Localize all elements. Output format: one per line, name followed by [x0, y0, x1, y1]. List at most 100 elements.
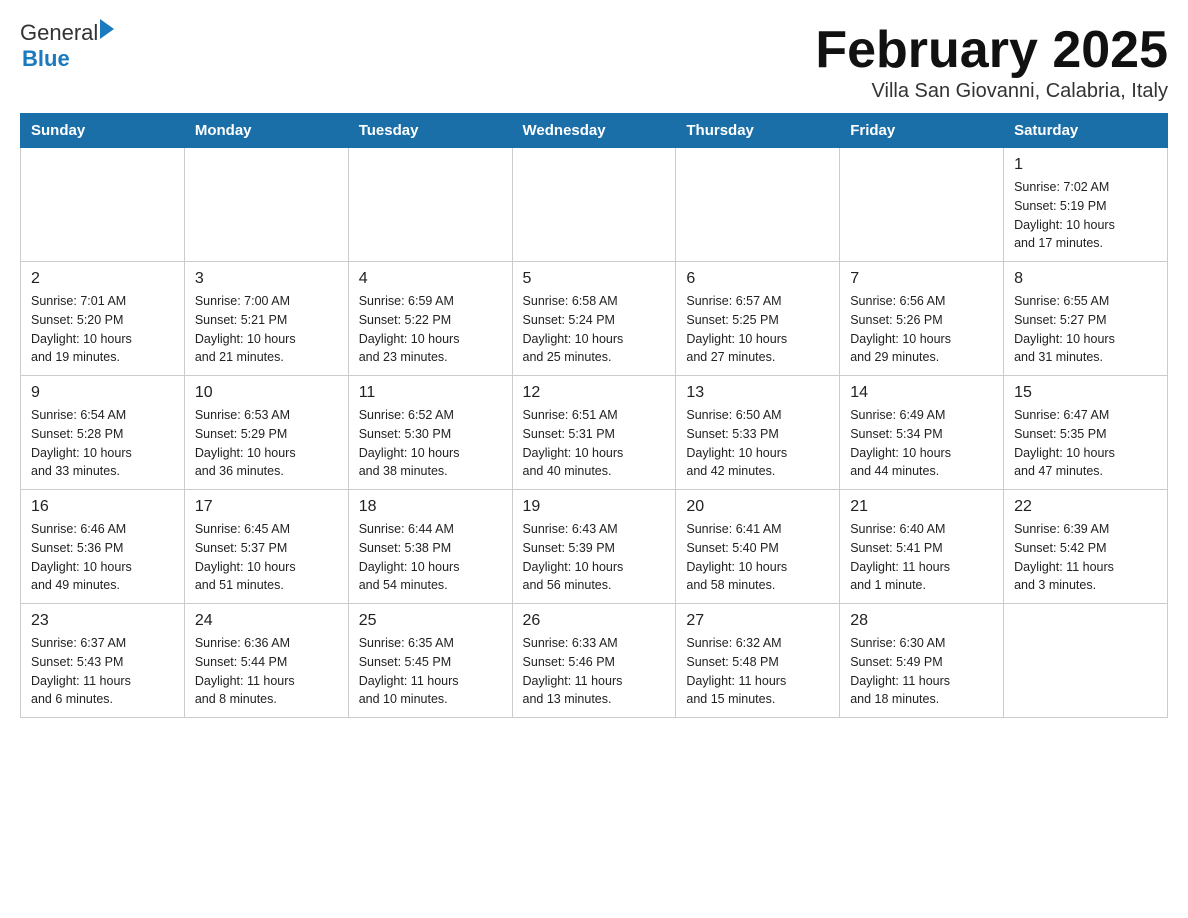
day-number: 1 — [1014, 156, 1157, 174]
calendar-table: SundayMondayTuesdayWednesdayThursdayFrid… — [20, 113, 1168, 718]
calendar-cell — [184, 148, 348, 262]
weekday-header-monday: Monday — [184, 114, 348, 148]
day-info: Sunrise: 6:52 AM Sunset: 5:30 PM Dayligh… — [359, 406, 502, 481]
day-number: 9 — [31, 384, 174, 402]
day-number: 19 — [523, 498, 666, 516]
day-info: Sunrise: 6:56 AM Sunset: 5:26 PM Dayligh… — [850, 292, 993, 367]
calendar-cell: 5 Sunrise: 6:58 AM Sunset: 5:24 PM Daylig… — [512, 262, 676, 376]
calendar-cell: 8 Sunrise: 6:55 AM Sunset: 5:27 PM Daylig… — [1004, 262, 1168, 376]
day-number: 4 — [359, 270, 502, 288]
day-number: 20 — [686, 498, 829, 516]
day-number: 23 — [31, 612, 174, 630]
day-number: 28 — [850, 612, 993, 630]
calendar-cell: 14 Sunrise: 6:49 AM Sunset: 5:34 PM Dayli… — [840, 376, 1004, 490]
page-header: General Blue February 2025 Villa San Gio… — [20, 20, 1168, 103]
day-info: Sunrise: 6:53 AM Sunset: 5:29 PM Dayligh… — [195, 406, 338, 481]
logo: General Blue — [20, 20, 114, 72]
day-info: Sunrise: 6:54 AM Sunset: 5:28 PM Dayligh… — [31, 406, 174, 481]
calendar-cell: 23 Sunrise: 6:37 AM Sunset: 5:43 PM Dayli… — [21, 604, 185, 718]
day-info: Sunrise: 6:37 AM Sunset: 5:43 PM Dayligh… — [31, 634, 174, 709]
day-number: 26 — [523, 612, 666, 630]
day-number: 2 — [31, 270, 174, 288]
day-number: 5 — [523, 270, 666, 288]
calendar-cell: 6 Sunrise: 6:57 AM Sunset: 5:25 PM Daylig… — [676, 262, 840, 376]
day-number: 10 — [195, 384, 338, 402]
calendar-cell: 11 Sunrise: 6:52 AM Sunset: 5:30 PM Dayli… — [348, 376, 512, 490]
logo-blue-text: Blue — [22, 46, 70, 72]
weekday-header-thursday: Thursday — [676, 114, 840, 148]
calendar-cell — [676, 148, 840, 262]
calendar-week-row: 16 Sunrise: 6:46 AM Sunset: 5:36 PM Dayli… — [21, 490, 1168, 604]
title-block: February 2025 Villa San Giovanni, Calabr… — [815, 20, 1168, 103]
day-number: 3 — [195, 270, 338, 288]
day-number: 27 — [686, 612, 829, 630]
calendar-cell: 13Sunrise: 6:50 AM Sunset: 5:33 PM Dayli… — [676, 376, 840, 490]
calendar-cell: 3 Sunrise: 7:00 AM Sunset: 5:21 PM Daylig… — [184, 262, 348, 376]
day-info: Sunrise: 6:49 AM Sunset: 5:34 PM Dayligh… — [850, 406, 993, 481]
calendar-cell: 21 Sunrise: 6:40 AM Sunset: 5:41 PM Dayli… — [840, 490, 1004, 604]
calendar-week-row: 1 Sunrise: 7:02 AM Sunset: 5:19 PM Daylig… — [21, 148, 1168, 262]
day-info: Sunrise: 6:47 AM Sunset: 5:35 PM Dayligh… — [1014, 406, 1157, 481]
day-number: 21 — [850, 498, 993, 516]
day-number: 6 — [686, 270, 829, 288]
day-number: 17 — [195, 498, 338, 516]
calendar-cell: 15 Sunrise: 6:47 AM Sunset: 5:35 PM Dayli… — [1004, 376, 1168, 490]
calendar-cell — [840, 148, 1004, 262]
day-number: 11 — [359, 384, 502, 402]
day-info: Sunrise: 6:57 AM Sunset: 5:25 PM Dayligh… — [686, 292, 829, 367]
calendar-cell: 4 Sunrise: 6:59 AM Sunset: 5:22 PM Daylig… — [348, 262, 512, 376]
calendar-cell: 16 Sunrise: 6:46 AM Sunset: 5:36 PM Dayli… — [21, 490, 185, 604]
calendar-cell: 10 Sunrise: 6:53 AM Sunset: 5:29 PM Dayli… — [184, 376, 348, 490]
calendar-cell: 19 Sunrise: 6:43 AM Sunset: 5:39 PM Dayli… — [512, 490, 676, 604]
day-number: 14 — [850, 384, 993, 402]
calendar-week-row: 23 Sunrise: 6:37 AM Sunset: 5:43 PM Dayli… — [21, 604, 1168, 718]
calendar-week-row: 9 Sunrise: 6:54 AM Sunset: 5:28 PM Daylig… — [21, 376, 1168, 490]
day-info: Sunrise: 7:01 AM Sunset: 5:20 PM Dayligh… — [31, 292, 174, 367]
day-number: 13 — [686, 384, 829, 402]
day-info: Sunrise: 7:02 AM Sunset: 5:19 PM Dayligh… — [1014, 178, 1157, 253]
day-number: 7 — [850, 270, 993, 288]
page-subtitle: Villa San Giovanni, Calabria, Italy — [815, 80, 1168, 103]
weekday-header-saturday: Saturday — [1004, 114, 1168, 148]
day-number: 12 — [523, 384, 666, 402]
day-number: 15 — [1014, 384, 1157, 402]
calendar-cell: 9 Sunrise: 6:54 AM Sunset: 5:28 PM Daylig… — [21, 376, 185, 490]
day-info: Sunrise: 7:00 AM Sunset: 5:21 PM Dayligh… — [195, 292, 338, 367]
day-info: Sunrise: 6:35 AM Sunset: 5:45 PM Dayligh… — [359, 634, 502, 709]
day-info: Sunrise: 6:40 AM Sunset: 5:41 PM Dayligh… — [850, 520, 993, 595]
calendar-cell: 2 Sunrise: 7:01 AM Sunset: 5:20 PM Daylig… — [21, 262, 185, 376]
day-info: Sunrise: 6:46 AM Sunset: 5:36 PM Dayligh… — [31, 520, 174, 595]
calendar-cell: 26Sunrise: 6:33 AM Sunset: 5:46 PM Dayli… — [512, 604, 676, 718]
day-info: Sunrise: 6:43 AM Sunset: 5:39 PM Dayligh… — [523, 520, 666, 595]
calendar-cell: 1 Sunrise: 7:02 AM Sunset: 5:19 PM Daylig… — [1004, 148, 1168, 262]
calendar-cell — [1004, 604, 1168, 718]
day-info: Sunrise: 6:55 AM Sunset: 5:27 PM Dayligh… — [1014, 292, 1157, 367]
calendar-week-row: 2 Sunrise: 7:01 AM Sunset: 5:20 PM Daylig… — [21, 262, 1168, 376]
day-info: Sunrise: 6:32 AM Sunset: 5:48 PM Dayligh… — [686, 634, 829, 709]
calendar-cell: 17 Sunrise: 6:45 AM Sunset: 5:37 PM Dayli… — [184, 490, 348, 604]
logo-general-text: General — [20, 20, 98, 46]
calendar-cell: 25 Sunrise: 6:35 AM Sunset: 5:45 PM Dayli… — [348, 604, 512, 718]
day-info: Sunrise: 6:36 AM Sunset: 5:44 PM Dayligh… — [195, 634, 338, 709]
logo-arrow-icon — [100, 19, 114, 39]
calendar-cell — [21, 148, 185, 262]
day-number: 8 — [1014, 270, 1157, 288]
calendar-cell: 7 Sunrise: 6:56 AM Sunset: 5:26 PM Daylig… — [840, 262, 1004, 376]
day-info: Sunrise: 6:45 AM Sunset: 5:37 PM Dayligh… — [195, 520, 338, 595]
day-info: Sunrise: 6:44 AM Sunset: 5:38 PM Dayligh… — [359, 520, 502, 595]
day-number: 25 — [359, 612, 502, 630]
day-number: 16 — [31, 498, 174, 516]
calendar-cell: 22Sunrise: 6:39 AM Sunset: 5:42 PM Dayli… — [1004, 490, 1168, 604]
calendar-cell: 24 Sunrise: 6:36 AM Sunset: 5:44 PM Dayli… — [184, 604, 348, 718]
calendar-cell: 20Sunrise: 6:41 AM Sunset: 5:40 PM Dayli… — [676, 490, 840, 604]
calendar-cell — [348, 148, 512, 262]
day-info: Sunrise: 6:58 AM Sunset: 5:24 PM Dayligh… — [523, 292, 666, 367]
day-info: Sunrise: 6:59 AM Sunset: 5:22 PM Dayligh… — [359, 292, 502, 367]
calendar-cell: 18Sunrise: 6:44 AM Sunset: 5:38 PM Dayli… — [348, 490, 512, 604]
calendar-cell — [512, 148, 676, 262]
day-info: Sunrise: 6:51 AM Sunset: 5:31 PM Dayligh… — [523, 406, 666, 481]
weekday-header-sunday: Sunday — [21, 114, 185, 148]
calendar-cell: 12 Sunrise: 6:51 AM Sunset: 5:31 PM Dayli… — [512, 376, 676, 490]
calendar-cell: 27 Sunrise: 6:32 AM Sunset: 5:48 PM Dayli… — [676, 604, 840, 718]
day-number: 24 — [195, 612, 338, 630]
